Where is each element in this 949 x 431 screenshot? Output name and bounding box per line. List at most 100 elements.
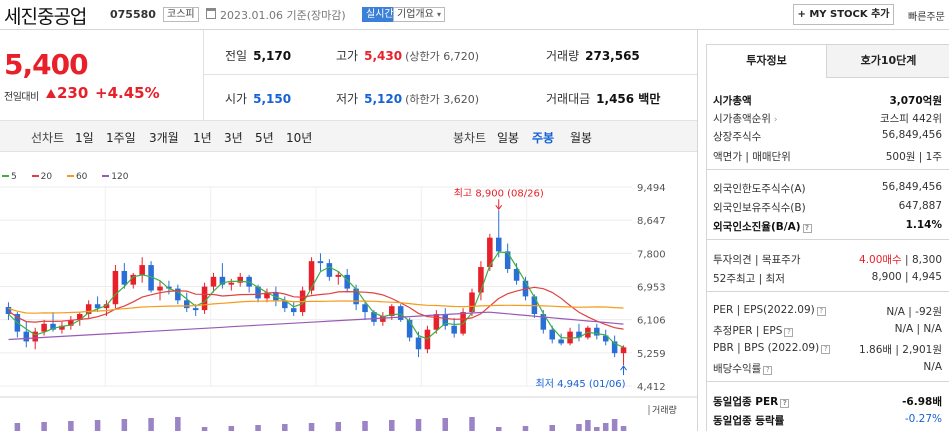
volume-bar [585,420,591,431]
candle-body [415,337,422,350]
candle-body [41,323,47,332]
volume-bar [308,423,315,431]
candle-body [112,270,119,305]
stock-header: 세진중공업 075580 코스피 2023.01.06 기준(장마감) 실시간 … [0,0,949,30]
volume-bar [389,420,395,431]
candle-weekly[interactable]: 주봉 [532,129,554,146]
volume-bar [549,425,555,431]
stat-prev-close: 전일 5,170 [225,49,292,63]
candle-body [397,306,404,320]
tab-investment-info[interactable]: 투자정보 [707,45,827,78]
change-percent: +4.45% [95,84,160,102]
help-icon: ? [784,328,794,337]
volume-bar [94,420,101,431]
y-tick-label: 9,494 [637,183,666,194]
candle-body [460,312,466,334]
range-10y[interactable]: 10년 [286,129,312,146]
candle-body [451,325,457,334]
plus-icon: + [797,9,806,20]
candle-body [290,308,297,313]
change-amount: 230 [57,84,89,102]
volume-bar [442,418,449,431]
change-label: 전일대비 [4,92,39,103]
chevron-right-icon: › [770,115,778,125]
candle-body [326,263,333,277]
candle-body [504,251,511,269]
candle-body [495,237,502,252]
candle-body [201,286,208,311]
tab-order-book[interactable]: 호가10단계 [827,45,949,78]
candle-body [157,286,163,291]
high-annotation: 최고 8,900 (08/26) [454,187,544,199]
candle-body [424,329,431,350]
y-tick-label: 5,259 [637,349,666,360]
stat-high: 고가 5,430 (상한가 6,720) [336,49,479,63]
candle-body [362,304,368,313]
volume-bar [522,426,529,431]
candle-body [406,319,413,338]
candle-body [192,308,199,311]
help-icon: ? [763,366,773,375]
help-icon: ? [816,307,826,316]
y-tick-label: 8,647 [637,216,666,227]
candle-daily[interactable]: 일봉 [497,129,519,146]
candle-body [317,261,324,264]
candle-body [139,265,145,275]
range-1w[interactable]: 1주일 [106,129,136,146]
candle-body [23,331,30,342]
candle-body [335,274,342,277]
company-name: 세진중공업 [4,6,87,28]
stock-code: 075580 [110,8,156,21]
calendar-icon [206,8,216,19]
volume-bar [469,417,475,431]
y-tick-label: 6,953 [637,283,666,294]
candle-body [478,267,484,293]
volume-bar [228,426,235,431]
volume-bar [148,418,154,431]
investment-info-panel: 투자정보 호가10단계 시가총액 3,070억원 시가총액순위 › 코스피 442위… [706,44,949,431]
volume-bar [594,427,600,431]
quick-order-link[interactable]: 빠른주문 [908,8,945,23]
market-badge: 코스피 [163,7,199,22]
stat-open: 시가 5,150 [225,92,292,106]
candle-body [308,261,315,291]
volume-bar [611,419,618,431]
volume-bar [41,422,47,431]
candle-body [210,276,217,287]
add-my-stock-button[interactable]: + MY STOCK 추가 [793,4,894,25]
candle-body [620,347,627,354]
volume-bar [121,419,128,431]
company-info-label: 기업개요 [397,9,434,20]
volume-bar [620,426,627,431]
candle-monthly[interactable]: 월봉 [570,129,592,146]
volume-bar [255,425,261,431]
volume-bar [201,427,208,431]
range-1d[interactable]: 1일 [75,129,94,146]
range-3y[interactable]: 3년 [224,129,243,146]
range-5y[interactable]: 5년 [255,129,274,146]
y-tick-label: 4,412 [637,382,666,393]
candlestick-chart[interactable]: 9,494 8,647 7,800 6,953 6,106 5,259 4,412 최고 8,… [0,168,697,431]
chevron-down-icon: ▾ [437,10,442,19]
candle-body [549,329,555,340]
volume-bar [175,417,181,431]
low-annotation: 최저 4,945 (01/06) [536,378,626,390]
volume-bar [362,421,368,431]
range-3m[interactable]: 3개월 [149,129,179,146]
y-tick-label: 7,800 [637,249,666,260]
volume-bar [576,424,582,431]
y-tick-label: 6,106 [637,316,666,327]
company-info-dropdown[interactable]: 기업개요 ▾ [393,7,446,22]
stat-volume: 거래량 273,565 [546,49,640,63]
volume-bar [14,423,21,431]
up-triangle-icon [46,89,56,98]
stat-low: 저가 5,120 (하한가 3,620) [336,92,479,106]
volume-bar [415,419,422,431]
line-chart-label: 선차트 [31,131,65,145]
range-1y[interactable]: 1년 [193,129,212,146]
candle-body [228,282,235,285]
candle-body [183,300,190,309]
candle-chart-label: 봉차트 [453,131,487,145]
volume-bar [335,422,342,431]
volume-bar [68,421,74,431]
